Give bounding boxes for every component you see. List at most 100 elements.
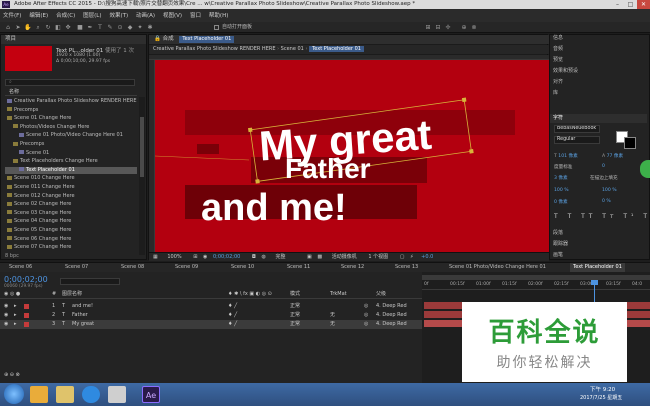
work-area-bar[interactable]	[422, 275, 650, 280]
camera-tool-icon[interactable]: ◧	[54, 24, 62, 31]
expand-layer-icon[interactable]: ▸	[14, 302, 17, 311]
panel-character[interactable]: 字符	[550, 114, 647, 123]
rotate-tool-icon[interactable]: ↻	[44, 24, 52, 31]
text-line-3[interactable]: and me!	[201, 187, 347, 229]
minimize-button[interactable]: –	[611, 0, 624, 9]
timeline-tab[interactable]: Scene 12	[338, 263, 367, 272]
breadcrumb-scene01[interactable]: Scene 01	[281, 46, 304, 52]
column-layer-name[interactable]: 图层名称	[62, 290, 82, 299]
shape-tool-icon[interactable]: ■	[76, 24, 84, 31]
project-item[interactable]: Scene 02 Change Here	[5, 201, 137, 208]
project-item[interactable]: Scene 01	[5, 150, 137, 157]
timeline-tab[interactable]: Scene 08	[118, 263, 147, 272]
label-color-swatch[interactable]	[24, 322, 29, 327]
font-style-dropdown[interactable]: Regular	[554, 136, 600, 144]
taskbar-player-icon[interactable]	[108, 386, 126, 403]
panel-paragraph[interactable]: 段落	[550, 229, 647, 238]
exposure-value[interactable]: +0.0	[421, 254, 433, 260]
fast-preview-icon[interactable]: ⚡	[410, 254, 414, 260]
layer-mode-dropdown[interactable]: 正常	[290, 320, 300, 329]
label-color-swatch[interactable]	[24, 313, 29, 318]
project-item[interactable]: Precomps	[5, 107, 137, 114]
safe-area-icon[interactable]: ⊞	[193, 254, 197, 260]
close-button[interactable]: ✕	[637, 0, 650, 9]
font-family-dropdown[interactable]: BebasNeueBook	[554, 125, 600, 133]
layer-name[interactable]: Father	[72, 311, 88, 320]
project-item[interactable]: Scene 012 Change Here	[5, 193, 137, 200]
timeline-tab[interactable]: Scene 06	[6, 263, 35, 272]
puppet-tool-icon[interactable]: ✱	[146, 24, 154, 31]
stroke-width-value[interactable]: 3 像素	[554, 175, 568, 181]
layer-trkmat-dropdown[interactable]: 无	[330, 320, 335, 329]
layer-switches[interactable]: ♦ ╱	[228, 320, 237, 329]
video-toggle-icon[interactable]: ◉	[4, 302, 8, 311]
camera-snapshot-icon[interactable]: ◉	[203, 254, 207, 260]
timeline-tab[interactable]: Scene 09	[172, 263, 201, 272]
layer-switches[interactable]: ♦ ╱	[228, 311, 237, 320]
breadcrumb-render[interactable]: Creative Parallax Photo Slideshow RENDER…	[149, 46, 275, 52]
taskbar-time[interactable]: 下午 9:20	[590, 385, 615, 393]
breadcrumb-text-placeholder[interactable]: Text Placeholder 01	[309, 46, 364, 52]
snapshot-icon[interactable]: ◘	[252, 254, 256, 260]
panel-brushes[interactable]: 画笔	[550, 251, 647, 260]
project-item[interactable]: Scene 011 Change Here	[5, 184, 137, 191]
text-style-buttons[interactable]: T T TT Tт T¹ T₁	[554, 213, 650, 220]
video-toggle-icon[interactable]: ◉	[4, 311, 8, 320]
stroke-color-swatch[interactable]	[624, 137, 636, 149]
transparency-grid-icon[interactable]: ▩	[317, 254, 322, 260]
taskbar-date[interactable]: 2017/7/25 星期五	[580, 394, 622, 401]
timeline-layer-row[interactable]: ◉ ▸ 3 T My great ♦ ╱ 正常 无 ◎ 4. Deep Red	[0, 320, 422, 329]
viewer-options-icon[interactable]: ▦	[149, 254, 158, 260]
bit-depth-button[interactable]: 8 bpc	[5, 253, 19, 259]
viewer-timecode[interactable]: 0;00;02;00	[213, 254, 240, 260]
playhead-handle[interactable]	[591, 280, 598, 285]
vertical-scale-value[interactable]: 100 %	[554, 188, 569, 193]
pickwhip-icon[interactable]: ◎	[364, 302, 368, 311]
zoom-dropdown[interactable]: 100%	[167, 254, 181, 260]
layer-mode-dropdown[interactable]: 正常	[290, 311, 300, 320]
timeline-search-input[interactable]	[60, 278, 120, 285]
name-column-header[interactable]: 名称	[5, 89, 137, 96]
pickwhip-icon[interactable]: ◎	[364, 320, 368, 329]
composition-tab-current[interactable]: Text Placeholder 01	[179, 36, 235, 43]
project-item[interactable]: Scene 07 Change Here	[5, 244, 137, 251]
roto-tool-icon[interactable]: ✦	[136, 24, 144, 31]
horizontal-scale-value[interactable]: 100 %	[602, 188, 617, 193]
project-item[interactable]: Text Placeholder 01	[5, 166, 137, 175]
clone-tool-icon[interactable]: ⊙	[116, 24, 124, 31]
brush-tool-icon[interactable]: ✎	[106, 24, 114, 31]
composition-lock-icon[interactable]: 🔒	[154, 36, 161, 42]
project-item[interactable]: Precomps	[5, 141, 137, 148]
pen-tool-icon[interactable]: ✒	[86, 24, 94, 31]
maximize-button[interactable]: □	[624, 0, 637, 9]
layer-parent-dropdown[interactable]: 4. Deep Red	[376, 311, 407, 320]
region-of-interest-icon[interactable]: ▣	[307, 254, 312, 260]
text-line-2[interactable]: Father	[285, 153, 371, 184]
view-axis-icon[interactable]: ⊗	[470, 24, 478, 31]
project-item[interactable]: Scene 03 Change Here	[5, 210, 137, 217]
align-icon[interactable]: ⊞	[424, 24, 432, 31]
eraser-tool-icon[interactable]: ◆	[126, 24, 134, 31]
project-item[interactable]: Photos/Videos Change Here	[5, 124, 137, 131]
zoom-tool-icon[interactable]: ⌕	[34, 24, 42, 31]
show-channel-icon[interactable]: ◍	[261, 254, 265, 260]
project-item[interactable]: Scene 06 Change Here	[5, 236, 137, 243]
views-dropdown[interactable]: 1 个视图	[368, 254, 388, 260]
expand-layer-icon[interactable]: ▸	[14, 320, 17, 329]
time-ruler[interactable]: 0f 00:15f 01:00f 01:15f 02:00f 02:15f 03:00f 03…	[422, 281, 650, 290]
project-item[interactable]: Scene 01 Change Here	[5, 115, 137, 122]
project-item[interactable]: Creative Parallax Photo Slideshow RENDER…	[5, 98, 137, 105]
distribute-icon[interactable]: ⊟	[434, 24, 442, 31]
layer-parent-dropdown[interactable]: 4. Deep Red	[376, 302, 407, 311]
column-trkmat[interactable]: TrkMat	[330, 290, 347, 299]
panel-info[interactable]: 信息	[550, 34, 647, 43]
label-color-swatch[interactable]	[24, 304, 29, 309]
snap-checkbox[interactable]	[214, 25, 219, 30]
column-parent[interactable]: 父级	[376, 290, 386, 299]
expand-layer-icon[interactable]: ▸	[14, 311, 17, 320]
timeline-tab[interactable]: Scene 01 Photo/Video Change Here 01	[446, 263, 549, 272]
layer-switches[interactable]: ♦ ╱	[228, 302, 237, 311]
composition-tab[interactable]: 合成	[163, 36, 174, 42]
hand-tool-icon[interactable]: ✋	[24, 24, 32, 31]
resolution-dropdown[interactable]: 完整	[275, 254, 285, 260]
